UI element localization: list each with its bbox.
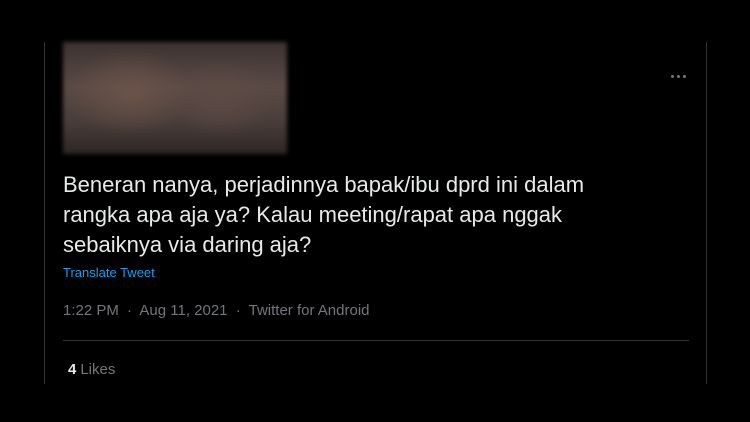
tweet-text: Beneran nanya, perjadinnya bapak/ibu dpr…	[63, 172, 585, 257]
meta-separator: ·	[127, 302, 133, 319]
more-dot	[676, 74, 680, 78]
tweet-time[interactable]: 1:22 PM	[63, 302, 119, 319]
divider	[63, 340, 689, 341]
meta-separator: ·	[235, 302, 241, 319]
translate-tweet-link[interactable]: Translate Tweet	[63, 265, 155, 281]
tweet-date[interactable]: Aug 11, 2021	[139, 302, 227, 319]
likes-stat[interactable]: 4 Likes	[68, 361, 115, 379]
more-options-icon[interactable]	[664, 66, 692, 86]
tweet-source[interactable]: Twitter for Android	[249, 302, 370, 319]
more-dot	[670, 74, 674, 78]
more-dot	[682, 74, 686, 78]
likes-label: Likes	[80, 361, 116, 378]
tweet-metadata: 1:22 PM · Aug 11, 2021 · Twitter for And…	[63, 302, 370, 320]
column-border-right	[706, 42, 707, 384]
tweet-detail-page: Beneran nanya, perjadinnya bapak/ibu dpr…	[0, 0, 750, 422]
column-border-left	[44, 42, 45, 384]
blurred-profile-header	[63, 42, 287, 154]
